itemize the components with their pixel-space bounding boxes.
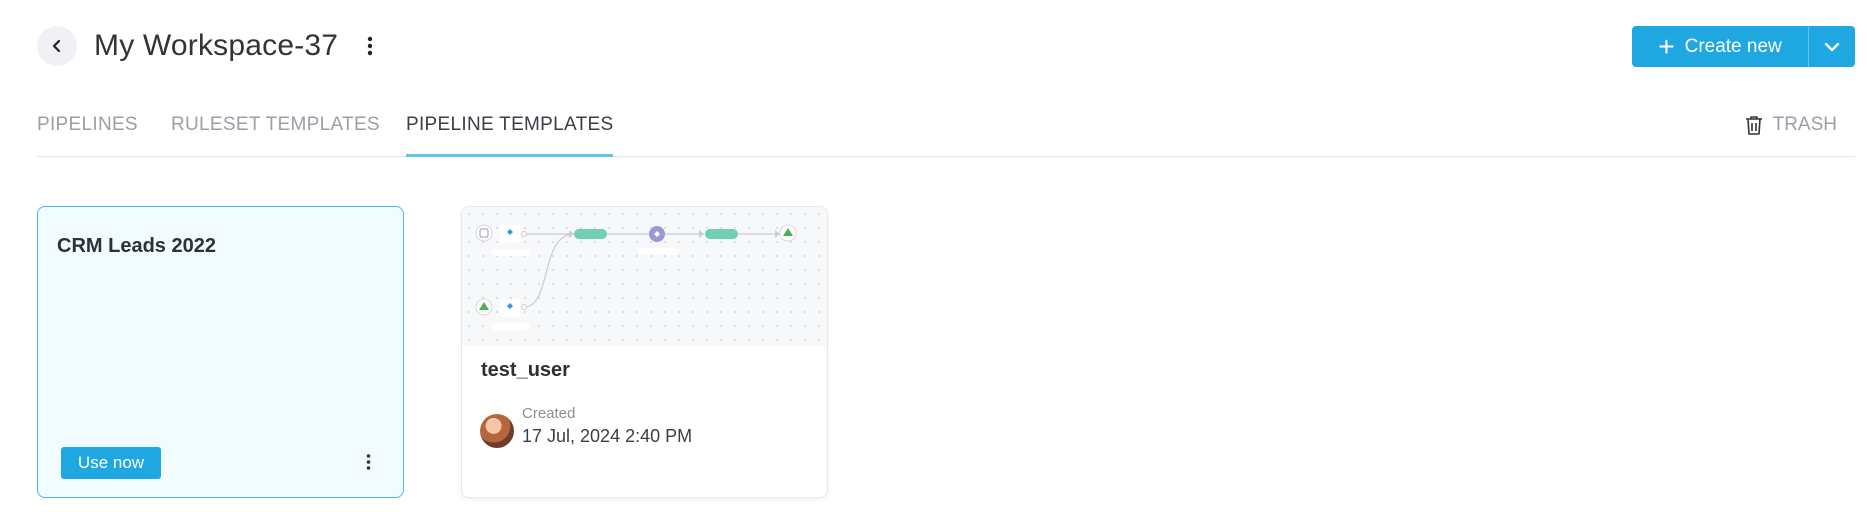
pipeline-diagram	[475, 224, 797, 330]
back-button[interactable]	[37, 26, 77, 66]
tab-pipelines[interactable]: PIPELINES	[37, 114, 138, 136]
template-title: CRM Leads 2022	[57, 235, 216, 257]
kebab-icon	[366, 454, 370, 470]
workspace-page: My Workspace-37 + Create new PIPELINES R…	[0, 0, 1867, 512]
template-created-info: Created 17 Jul, 2024 2:40 PM	[480, 405, 692, 448]
trash-label: TRASH	[1772, 114, 1837, 135]
pipeline-preview-thumbnail	[462, 207, 827, 346]
created-text: Created 17 Jul, 2024 2:40 PM	[522, 405, 692, 447]
workspace-header: My Workspace-37	[37, 26, 380, 66]
kebab-icon	[367, 36, 373, 56]
created-label: Created	[522, 405, 576, 422]
use-now-button[interactable]: Use now	[61, 447, 161, 479]
template-menu-button[interactable]	[363, 453, 373, 477]
template-card[interactable]: CRM Leads 2022 Use now	[37, 206, 404, 498]
create-new-group: + Create new	[1632, 26, 1855, 67]
create-new-dropdown-button[interactable]	[1808, 26, 1855, 67]
chevron-down-icon	[1824, 42, 1840, 51]
tab-bar: PIPELINES RULESET TEMPLATES PIPELINE TEM…	[37, 110, 1855, 157]
created-date: 17 Jul, 2024 2:40 PM	[522, 426, 693, 446]
tab-pipeline-templates[interactable]: PIPELINE TEMPLATES	[406, 114, 614, 157]
trash-icon	[1745, 116, 1762, 135]
chevron-left-icon	[52, 39, 61, 53]
tab-ruleset-templates[interactable]: RULESET TEMPLATES	[171, 114, 380, 136]
plus-icon: +	[1658, 30, 1675, 62]
template-card[interactable]: test_user Created 17 Jul, 2024 2:40 PM	[461, 206, 828, 498]
create-new-button[interactable]: + Create new	[1632, 26, 1808, 67]
workspace-menu-button[interactable]	[360, 31, 380, 61]
workspace-title: My Workspace-37	[94, 29, 339, 62]
trash-button[interactable]: TRASH	[1745, 114, 1837, 136]
create-new-label: Create new	[1684, 35, 1782, 57]
template-title: test_user	[481, 359, 570, 381]
avatar	[480, 414, 514, 448]
